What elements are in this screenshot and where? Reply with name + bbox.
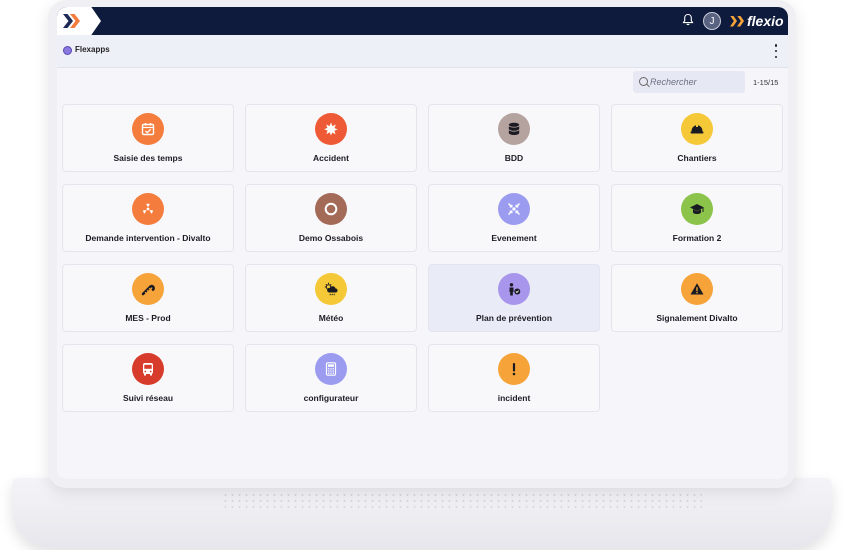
person-check-icon xyxy=(498,273,530,305)
app-card[interactable]: Plan de prévention xyxy=(428,264,600,332)
logo-chevron-icon xyxy=(63,14,73,28)
keyboard-texture xyxy=(222,492,702,508)
database-icon xyxy=(498,113,530,145)
app-card-label: incident xyxy=(497,393,531,403)
app-card[interactable]: Saisie des temps xyxy=(62,104,234,172)
app-screen: J flexio Flexapps 1-15/15 Saisie des tem… xyxy=(57,7,788,479)
app-header: Flexapps xyxy=(57,35,788,68)
apps-grid: Saisie des temps Accident BDD Chantiers xyxy=(62,104,783,412)
app-card[interactable]: Evenement xyxy=(428,184,600,252)
search-input[interactable] xyxy=(650,71,740,93)
app-card-label: Accident xyxy=(313,153,349,163)
app-card[interactable]: Demande intervention - Divalto xyxy=(62,184,234,252)
app-card[interactable]: MES - Prod xyxy=(62,264,234,332)
app-card[interactable]: configurateur xyxy=(245,344,417,412)
result-count: 1-15/15 xyxy=(753,78,779,87)
home-logo-button[interactable] xyxy=(57,7,101,35)
app-card[interactable]: BDD xyxy=(428,104,600,172)
app-card[interactable]: Signalement Divalto xyxy=(611,264,783,332)
app-card[interactable]: Météo xyxy=(245,264,417,332)
user-avatar[interactable]: J xyxy=(703,12,721,30)
graduation-cap-icon xyxy=(681,193,713,225)
notification-bell-icon[interactable] xyxy=(680,13,696,29)
brand-chevron-icon xyxy=(737,15,744,27)
weather-storm-icon xyxy=(315,273,347,305)
app-card-label: Evenement xyxy=(491,233,537,243)
bus-icon xyxy=(132,353,164,385)
app-card-label: Suivi réseau xyxy=(122,393,174,403)
warning-icon xyxy=(681,273,713,305)
app-card-label: Plan de prévention xyxy=(475,313,553,323)
hard-hat-icon xyxy=(681,113,713,145)
app-title: Flexapps xyxy=(75,45,110,54)
calculator-icon xyxy=(315,353,347,385)
calendar-check-icon xyxy=(132,113,164,145)
app-card[interactable]: Chantiers xyxy=(611,104,783,172)
app-card[interactable]: incident xyxy=(428,344,600,412)
arrows-converge-icon xyxy=(498,193,530,225)
app-card-label: Chantiers xyxy=(677,153,717,163)
app-card-label: Météo xyxy=(318,313,344,323)
exclamation-icon xyxy=(498,353,530,385)
app-card-label: Demo Ossabois xyxy=(298,233,364,243)
app-card-label: Signalement Divalto xyxy=(656,313,738,323)
laptop-base xyxy=(12,478,832,548)
app-card[interactable]: Accident xyxy=(245,104,417,172)
circle-ring-icon xyxy=(315,193,347,225)
radiation-icon xyxy=(132,193,164,225)
brand-name: flexio xyxy=(747,13,784,29)
brand-chevron-icon xyxy=(730,15,737,27)
app-card[interactable]: Suivi réseau xyxy=(62,344,234,412)
app-card-label: Demande intervention - Divalto xyxy=(85,233,211,243)
app-card[interactable]: Formation 2 xyxy=(611,184,783,252)
app-card-label: Saisie des temps xyxy=(113,153,183,163)
brand-logo: flexio xyxy=(730,13,784,29)
top-navigation-bar: J flexio xyxy=(57,7,788,35)
candy-cane-icon xyxy=(132,273,164,305)
app-icon xyxy=(63,46,72,55)
burst-icon xyxy=(315,113,347,145)
more-options-icon[interactable] xyxy=(773,43,779,59)
search-box[interactable] xyxy=(633,71,745,93)
app-card-label: BDD xyxy=(504,153,524,163)
app-card-label: Formation 2 xyxy=(672,233,722,243)
search-icon xyxy=(639,77,648,86)
app-card-label: MES - Prod xyxy=(125,313,171,323)
app-card-label: configurateur xyxy=(303,393,359,403)
app-card[interactable]: Demo Ossabois xyxy=(245,184,417,252)
